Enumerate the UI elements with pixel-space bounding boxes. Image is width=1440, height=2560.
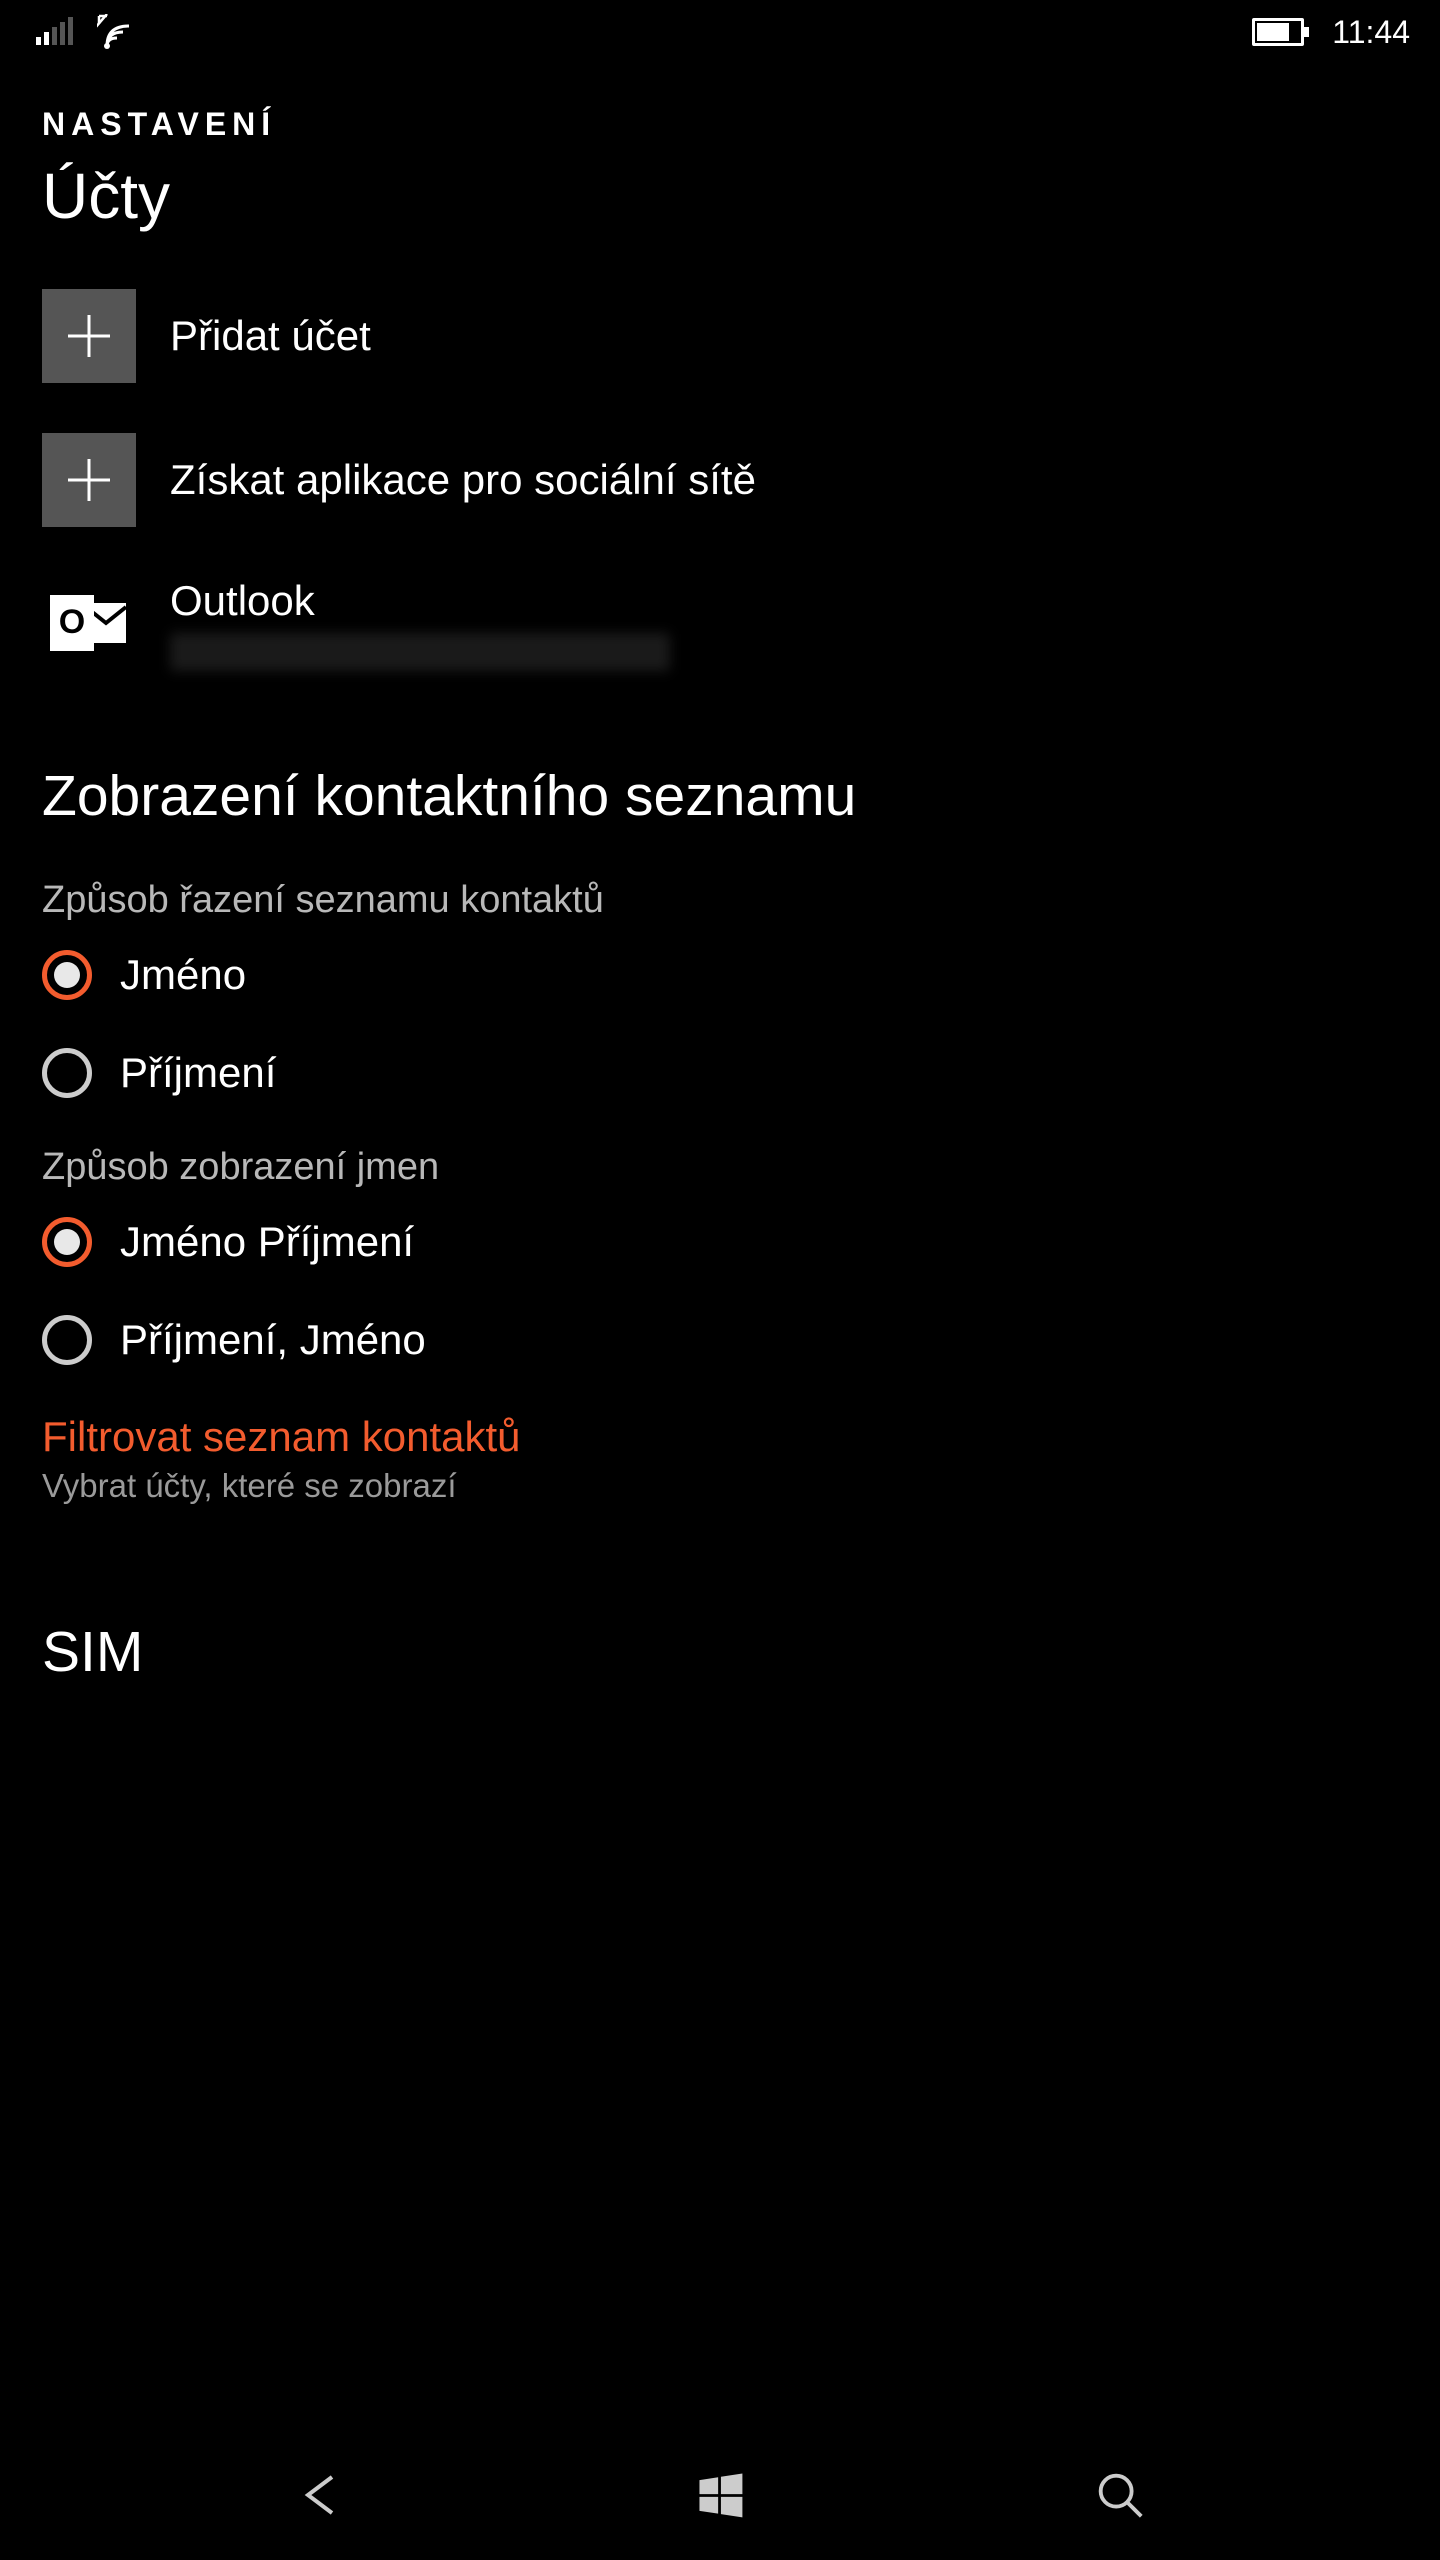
outlook-account-item[interactable]: O Outlook (42, 577, 1398, 671)
status-bar: 11:44 (0, 0, 1440, 64)
outlook-label: Outlook (170, 577, 670, 625)
filter-contacts-link[interactable]: Filtrovat seznam kontaktů (42, 1413, 1398, 1461)
radio-label: Jméno (120, 951, 246, 999)
account-list: Přidat účet Získat aplikace pro sociální… (42, 289, 1398, 671)
display-name-group: Způsob zobrazení jmen Jméno Příjmení Pří… (42, 1146, 1398, 1365)
radio-icon (42, 1048, 92, 1098)
display-name-label: Způsob zobrazení jmen (42, 1146, 1398, 1189)
radio-icon (42, 950, 92, 1000)
sort-order-label: Způsob řazení seznamu kontaktů (42, 879, 1398, 922)
plus-icon (42, 289, 136, 383)
status-right: 11:44 (1252, 14, 1410, 51)
radio-sort-lastname[interactable]: Příjmení (42, 1048, 1398, 1098)
start-button[interactable] (680, 2455, 760, 2535)
radio-label: Jméno Příjmení (120, 1218, 414, 1266)
wifi-icon (97, 14, 137, 50)
plus-icon (42, 433, 136, 527)
search-button[interactable] (1080, 2455, 1160, 2535)
app-title: NASTAVENÍ (42, 106, 1398, 143)
add-account-label: Přidat účet (170, 312, 371, 360)
svg-text:O: O (59, 603, 85, 641)
battery-icon (1252, 18, 1304, 46)
radio-display-first-last[interactable]: Jméno Příjmení (42, 1217, 1398, 1267)
filter-contacts-sub: Vybrat účty, které se zobrazí (42, 1467, 1398, 1505)
section-contacts-title: Zobrazení kontaktního seznamu (42, 763, 1398, 829)
clock: 11:44 (1332, 14, 1410, 51)
status-left (36, 14, 137, 50)
back-button[interactable] (280, 2455, 360, 2535)
radio-sort-firstname[interactable]: Jméno (42, 950, 1398, 1000)
nav-bar (0, 2430, 1440, 2560)
section-sim-title: SIM (42, 1619, 1398, 1685)
sort-order-group: Způsob řazení seznamu kontaktů Jméno Pří… (42, 879, 1398, 1098)
radio-label: Příjmení (120, 1049, 276, 1097)
add-account-button[interactable]: Přidat účet (42, 289, 1398, 383)
get-social-apps-button[interactable]: Získat aplikace pro sociální sítě (42, 433, 1398, 527)
outlook-email-redacted (170, 633, 670, 671)
radio-icon (42, 1315, 92, 1365)
radio-display-last-first[interactable]: Příjmení, Jméno (42, 1315, 1398, 1365)
radio-icon (42, 1217, 92, 1267)
radio-label: Příjmení, Jméno (120, 1316, 426, 1364)
outlook-icon: O (42, 577, 136, 671)
get-social-label: Získat aplikace pro sociální sítě (170, 456, 756, 504)
section-accounts-title: Účty (42, 159, 1398, 233)
cellular-signal-icon (36, 19, 73, 45)
